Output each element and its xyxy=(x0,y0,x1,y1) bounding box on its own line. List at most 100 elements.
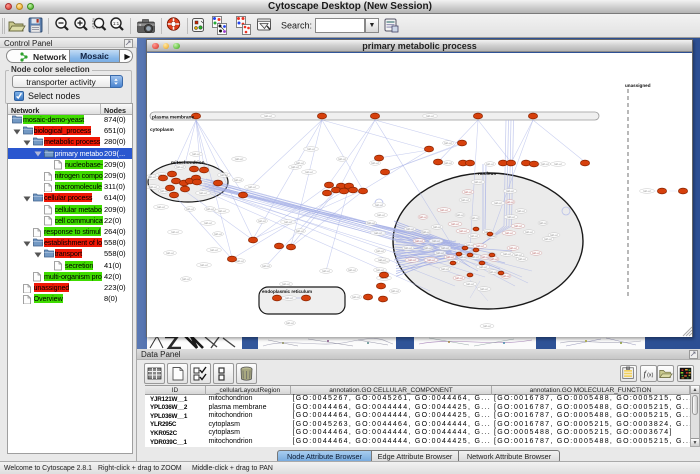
svg-text:lab-el: lab-el xyxy=(422,230,430,234)
svg-text:lab-el: lab-el xyxy=(199,191,207,195)
svg-text:lab-el: lab-el xyxy=(507,215,515,219)
svg-text:lab-el: lab-el xyxy=(206,207,214,211)
svg-text:lab-el: lab-el xyxy=(374,231,382,235)
svg-text:lab-el: lab-el xyxy=(262,264,270,268)
svg-text:lab-el: lab-el xyxy=(494,201,502,205)
svg-text:lab-el: lab-el xyxy=(432,239,440,243)
svg-text:lab-el: lab-el xyxy=(235,157,243,161)
svg-text:lab-el: lab-el xyxy=(307,147,315,151)
svg-text:lab-el: lab-el xyxy=(518,257,526,261)
svg-text:lab-el: lab-el xyxy=(506,189,514,193)
svg-text:lab-el: lab-el xyxy=(284,220,292,224)
svg-text:lab-el: lab-el xyxy=(436,251,444,255)
svg-text:lab-el: lab-el xyxy=(296,161,304,165)
svg-text:lab-el: lab-el xyxy=(286,321,294,325)
svg-text:lab-el: lab-el xyxy=(506,200,514,204)
svg-text:nucleus: nucleus xyxy=(478,171,496,177)
svg-text:lab-el: lab-el xyxy=(474,180,482,184)
svg-text:lab-el: lab-el xyxy=(544,237,552,241)
svg-text:lab-el: lab-el xyxy=(186,207,194,211)
svg-text:lab-el: lab-el xyxy=(200,263,208,267)
svg-text:lab-el: lab-el xyxy=(352,295,360,299)
svg-text:lab-el: lab-el xyxy=(220,173,228,177)
svg-text:lab-el: lab-el xyxy=(248,185,256,189)
svg-text:lab-el: lab-el xyxy=(377,213,385,217)
svg-text:lab-el: lab-el xyxy=(171,230,179,234)
svg-text:lab-el: lab-el xyxy=(470,234,478,238)
svg-text:lab-el: lab-el xyxy=(503,252,511,256)
svg-text:lab-el: lab-el xyxy=(218,209,226,213)
svg-text:lab-el: lab-el xyxy=(322,269,330,273)
svg-text:lab-el: lab-el xyxy=(166,251,174,255)
svg-text:lab-el: lab-el xyxy=(554,162,562,166)
svg-text:lab-el: lab-el xyxy=(426,114,434,118)
svg-text:lab-el: lab-el xyxy=(517,209,525,213)
svg-text:lab-el: lab-el xyxy=(441,267,449,271)
svg-text:lab-el: lab-el xyxy=(192,152,200,156)
svg-text:plasma membrane: plasma membrane xyxy=(152,115,194,121)
svg-text:lab-el: lab-el xyxy=(480,287,488,291)
svg-text:lab-el: lab-el xyxy=(182,277,190,281)
svg-text:lab-el: lab-el xyxy=(464,190,472,194)
svg-text:lab-el: lab-el xyxy=(427,258,435,262)
svg-text:lab-el: lab-el xyxy=(371,161,379,165)
svg-text:lab-el: lab-el xyxy=(296,229,304,233)
svg-text:lab-el: lab-el xyxy=(408,258,416,262)
svg-text:lab-el: lab-el xyxy=(282,282,290,286)
svg-text:lab-el: lab-el xyxy=(476,244,484,248)
svg-text:lab-el: lab-el xyxy=(489,270,497,274)
svg-text:lab-el: lab-el xyxy=(481,255,489,259)
svg-text:lab-el: lab-el xyxy=(406,227,414,231)
svg-text:lab-el: lab-el xyxy=(375,203,383,207)
svg-text:lab-el: lab-el xyxy=(419,215,427,219)
svg-text:lab-el: lab-el xyxy=(479,265,487,269)
svg-text:lab-el: lab-el xyxy=(305,170,313,174)
svg-text:lab-el: lab-el xyxy=(348,268,356,272)
svg-text:lab-el: lab-el xyxy=(446,255,454,259)
svg-text:lab-el: lab-el xyxy=(505,231,513,235)
svg-text:lab-el: lab-el xyxy=(258,219,266,223)
svg-text:lab-el: lab-el xyxy=(490,257,498,261)
svg-text:endoplasmic reticulum: endoplasmic reticulum xyxy=(262,289,312,294)
svg-text:lab-el: lab-el xyxy=(149,185,157,189)
svg-text:lab-el: lab-el xyxy=(514,224,522,228)
svg-text:lab-el: lab-el xyxy=(541,162,549,166)
svg-text:lab-el: lab-el xyxy=(157,205,165,209)
svg-text:lab-el: lab-el xyxy=(234,178,242,182)
svg-text:lab-el: lab-el xyxy=(378,258,386,262)
svg-text:lab-el: lab-el xyxy=(451,222,459,226)
svg-text:lab-el: lab-el xyxy=(509,246,517,250)
svg-text:unassigned: unassigned xyxy=(625,83,651,88)
svg-text:lab-el: lab-el xyxy=(264,114,272,118)
svg-text:lab-el: lab-el xyxy=(440,208,448,212)
svg-text:lab-el: lab-el xyxy=(456,213,464,217)
svg-text:cytoplasm: cytoplasm xyxy=(150,127,174,133)
svg-text:lab-el: lab-el xyxy=(483,324,491,328)
svg-text:lab-el: lab-el xyxy=(291,165,299,169)
svg-text:lab-el: lab-el xyxy=(285,296,293,300)
svg-text:lab-el: lab-el xyxy=(455,276,463,280)
svg-text:lab-el: lab-el xyxy=(466,282,474,286)
svg-text:lab-el: lab-el xyxy=(444,141,452,145)
svg-text:lab-el: lab-el xyxy=(539,221,547,225)
svg-text:lab-el: lab-el xyxy=(367,221,375,225)
svg-text:lab-el: lab-el xyxy=(338,157,346,161)
svg-text:lab-el: lab-el xyxy=(643,189,651,193)
svg-text:(x): (x) xyxy=(647,373,653,379)
svg-text:lab-el: lab-el xyxy=(148,175,156,179)
svg-text:lab-el: lab-el xyxy=(532,251,540,255)
svg-text:lab-el: lab-el xyxy=(376,249,384,253)
svg-text:lab-el: lab-el xyxy=(210,248,218,252)
svg-text:lab-el: lab-el xyxy=(214,232,222,236)
svg-text:lab-el: lab-el xyxy=(441,246,449,250)
svg-text:lab-el: lab-el xyxy=(236,259,244,263)
svg-text:lab-el: lab-el xyxy=(204,221,212,225)
svg-text:lab-el: lab-el xyxy=(461,198,469,202)
svg-text:lab-el: lab-el xyxy=(444,161,452,165)
svg-text:mitochondrion: mitochondrion xyxy=(171,160,205,166)
svg-text:lab-el: lab-el xyxy=(525,230,533,234)
svg-text:Search:: Search: xyxy=(281,21,312,31)
svg-text:lab-el: lab-el xyxy=(433,225,441,229)
svg-text:lab-el: lab-el xyxy=(415,239,423,243)
svg-text:lab-el: lab-el xyxy=(459,229,467,233)
